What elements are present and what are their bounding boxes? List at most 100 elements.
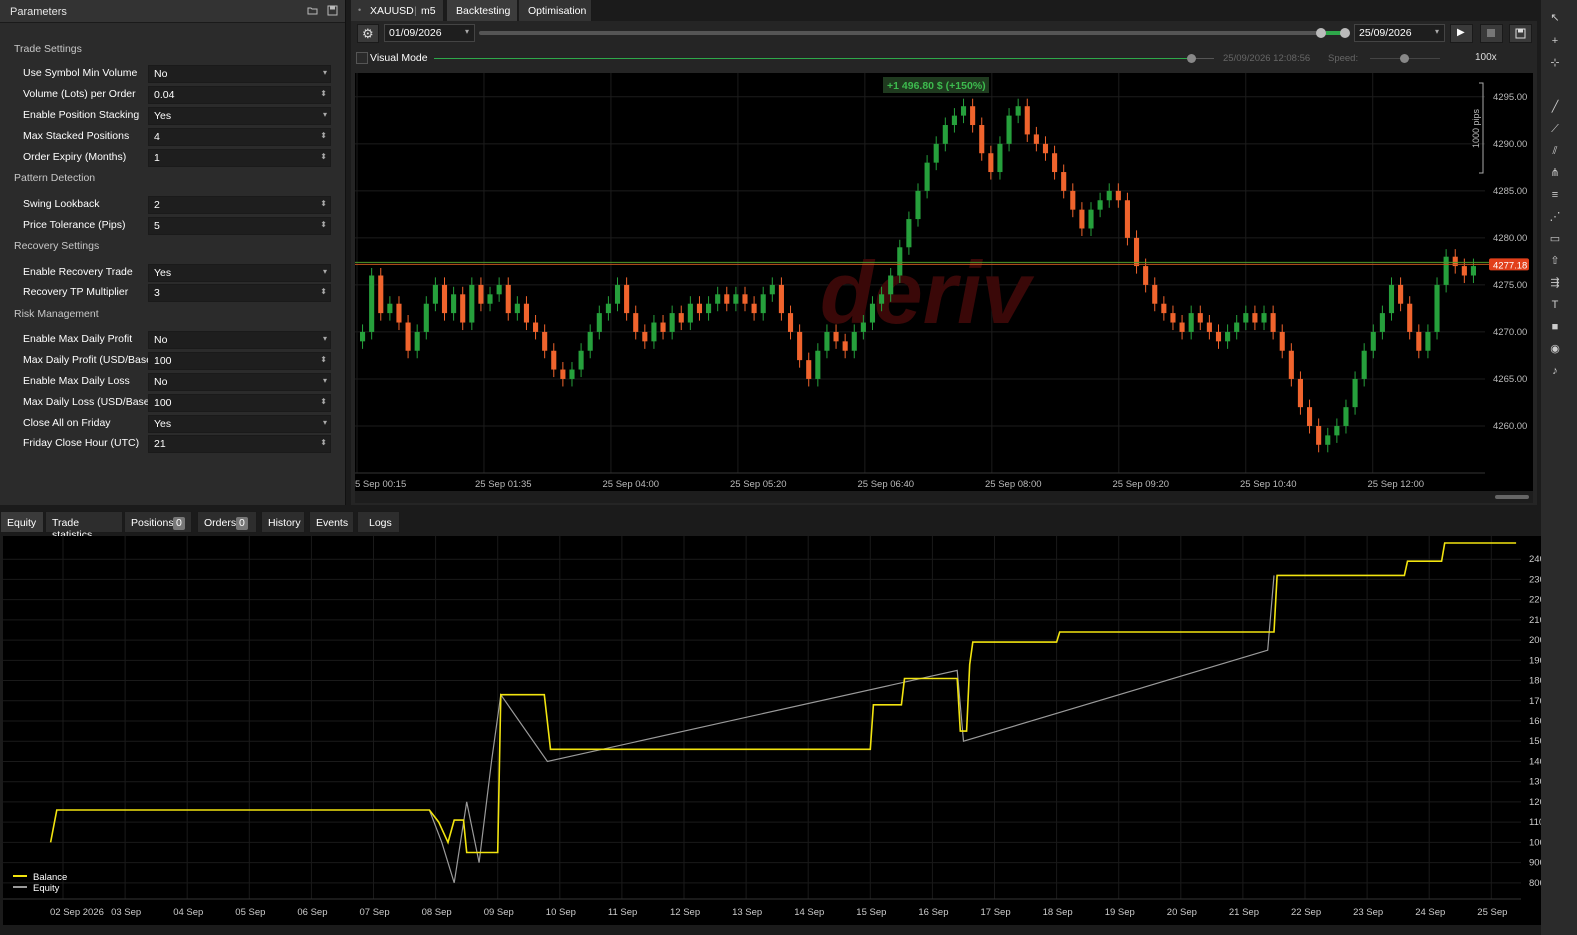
param-select[interactable]: No ▾ [148,65,331,83]
end-date-input[interactable]: 25/09/2026 ▾ [1354,24,1445,42]
stepper-icon[interactable]: ⬍ [320,152,327,161]
param-number-input[interactable]: 0.04 ⬍ [148,86,331,104]
folder-open-icon[interactable] [307,5,318,16]
measure-icon[interactable]: ⇶ [1548,276,1562,290]
tab-orders[interactable]: Orders 0 [197,511,257,533]
candle-body [942,125,948,144]
stepper-icon[interactable]: ⬍ [320,287,327,296]
chevron-down-icon[interactable]: ▾ [323,418,327,427]
stepper-icon[interactable]: ⬍ [320,131,327,140]
chevron-down-icon[interactable]: ▾ [323,267,327,276]
tab-events[interactable]: Events [309,511,354,533]
speed-slider-handle[interactable] [1400,54,1409,63]
tab-backtesting[interactable]: Backtesting [447,0,518,21]
candle-body [1061,172,1067,191]
stepper-icon[interactable]: ⬍ [320,89,327,98]
stepper-icon[interactable]: ⬍ [320,199,327,208]
param-select[interactable]: No ▾ [148,373,331,391]
candle-body [1225,331,1231,342]
tab-events-label: Events [316,517,349,529]
param-label: Recovery TP Multiplier [23,286,129,298]
candle-body [1024,106,1030,135]
candle-body [1425,331,1431,351]
stepper-icon[interactable]: ⬍ [320,220,327,229]
settings-button[interactable]: ⚙ [357,24,379,43]
param-select[interactable]: Yes ▾ [148,415,331,433]
equity-chart-svg: 8009001000110012001300140015001600170018… [3,536,1550,918]
chevron-down-icon[interactable]: ▾ [323,110,327,119]
tab-trade-statistics[interactable]: Trade statistics [45,511,123,541]
fibonacci-icon[interactable]: ≡ [1548,188,1562,202]
stepper-icon[interactable]: ⬍ [320,397,327,406]
play-button[interactable]: ▶ [1450,24,1473,43]
param-value: 1 [154,152,160,164]
param-number-input[interactable]: 4 ⬍ [148,128,331,146]
chevron-down-icon[interactable]: ▾ [323,68,327,77]
cursor-icon[interactable]: ↖ [1548,11,1562,25]
tab-positions[interactable]: Positions 0 [124,511,192,533]
channel-icon[interactable]: ⫽ [1548,144,1562,158]
gann-icon[interactable]: ⋰ [1548,210,1562,224]
param-number-input[interactable]: 21 ⬍ [148,435,331,453]
crosshair-icon[interactable]: + [1548,34,1562,48]
rectangle-icon[interactable]: ▭ [1548,232,1562,246]
save-icon[interactable] [327,5,338,16]
candle-body [642,331,648,342]
tab-optimisation-label: Optimisation [528,5,587,17]
param-number-input[interactable]: 100 ⬍ [148,352,331,370]
tab-optimisation[interactable]: Optimisation [519,0,592,21]
camera-icon[interactable]: ◉ [1548,342,1562,356]
price-chart[interactable]: 4295.00 4290.00 4285.00 4280.00 4275.00 4270.… [355,73,1533,491]
stepper-icon[interactable]: ⬍ [320,355,327,364]
cross-icon[interactable]: ⊹ [1548,56,1562,70]
candle-body [1306,407,1313,426]
candle-body [1443,256,1449,285]
candle-body [1261,313,1267,323]
candle-body [787,313,794,332]
bell-icon[interactable]: ♪ [1548,364,1562,378]
candle-body [614,284,621,304]
tab-equity[interactable]: Equity [0,511,44,533]
param-number-input[interactable]: 1 ⬍ [148,149,331,167]
param-select[interactable]: No ▾ [148,331,331,349]
date-range-slider[interactable] [479,31,1345,35]
stepper-icon[interactable]: ⬍ [320,438,327,447]
candle-body [560,369,566,379]
param-label: Friday Close Hour (UTC) [23,437,140,449]
candle-body [879,294,885,304]
start-date-input[interactable]: 01/09/2026 ▾ [384,24,475,42]
ray-icon[interactable]: ⟋ [1548,122,1562,136]
stop-button[interactable] [1480,24,1503,43]
candle-body [533,322,539,332]
param-number-input[interactable]: 5 ⬍ [148,217,331,235]
param-label: Enable Max Daily Loss [23,375,130,387]
tab-logs[interactable]: Logs [357,511,400,533]
candle-body [605,303,611,314]
range-start-handle[interactable] [1316,28,1326,38]
param-number-input[interactable]: 100 ⬍ [148,394,331,412]
tab-history[interactable]: History [261,511,305,533]
candle-body [1070,190,1076,210]
equity-chart[interactable]: 800 900 1000 1100 1200 1300 1400 1500 1600 1700 18… [3,536,1560,925]
visual-progress-handle[interactable] [1187,54,1196,63]
range-end-handle[interactable] [1340,28,1350,38]
param-select[interactable]: Yes ▾ [148,264,331,282]
pitchfork-icon[interactable]: ⋔ [1548,166,1562,180]
chevron-down-icon[interactable]: ▾ [323,376,327,385]
save-report-button[interactable] [1509,24,1532,43]
chart-scrollbar-thumb[interactable] [1495,495,1529,499]
visual-mode-checkbox[interactable] [356,52,368,64]
trend-line-icon[interactable]: ╱ [1548,100,1562,114]
arrow-up-icon[interactable]: ⇧ [1548,254,1562,268]
param-select[interactable]: Yes ▾ [148,107,331,125]
x-tick-label: 16 Sep [918,907,948,918]
fill-icon[interactable]: ■ [1548,320,1562,334]
param-number-input[interactable]: 2 ⬍ [148,196,331,214]
text-icon[interactable]: T [1548,298,1562,312]
x-tick-label: 25 Sep 12:00 [1368,479,1425,490]
x-tick-label: 18 Sep [1043,907,1073,918]
tab-symbol[interactable]: • XAUUSD | m5 [351,0,444,21]
end-date-value: 25/09/2026 [1359,27,1412,39]
chevron-down-icon[interactable]: ▾ [323,334,327,343]
param-number-input[interactable]: 3 ⬍ [148,284,331,302]
